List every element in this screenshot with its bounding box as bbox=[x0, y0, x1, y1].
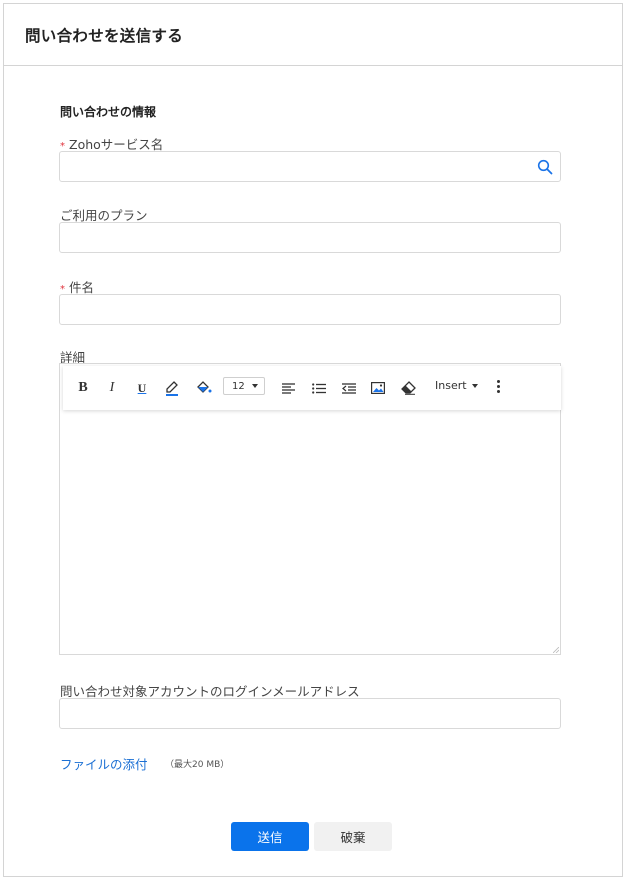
attach-file-link[interactable]: ファイルの添付 bbox=[60, 754, 148, 773]
chevron-down-icon bbox=[471, 383, 478, 388]
subject-input[interactable] bbox=[59, 294, 561, 325]
italic-button[interactable]: I bbox=[106, 378, 118, 398]
more-options-icon[interactable] bbox=[497, 380, 501, 396]
page-title: 問い合わせを送信する bbox=[25, 26, 184, 45]
submit-button[interactable]: 送信 bbox=[231, 822, 309, 851]
highlight-icon[interactable] bbox=[164, 378, 180, 398]
bullet-list-icon[interactable] bbox=[311, 378, 326, 398]
outdent-icon[interactable] bbox=[341, 378, 356, 398]
page-header: 問い合わせを送信する bbox=[4, 4, 622, 66]
insert-menu[interactable]: Insert bbox=[435, 379, 478, 392]
resize-handle-icon[interactable] bbox=[553, 647, 559, 653]
fill-color-icon[interactable] bbox=[194, 378, 212, 398]
image-icon[interactable] bbox=[370, 378, 385, 398]
search-icon[interactable] bbox=[537, 159, 553, 175]
bold-button[interactable]: B bbox=[76, 378, 90, 398]
eraser-icon[interactable] bbox=[400, 378, 416, 398]
align-left-icon[interactable] bbox=[281, 378, 295, 398]
editor-toolbar: B I U 12 Insert bbox=[63, 366, 561, 410]
email-input[interactable] bbox=[59, 698, 561, 729]
underline-button[interactable]: U bbox=[135, 378, 149, 398]
details-editor[interactable]: B I U 12 Insert bbox=[59, 363, 561, 655]
chevron-down-icon bbox=[252, 384, 258, 388]
plan-input[interactable] bbox=[59, 222, 561, 253]
discard-button[interactable]: 破棄 bbox=[314, 822, 392, 851]
service-search-input[interactable] bbox=[59, 151, 561, 182]
font-size-select[interactable]: 12 bbox=[223, 377, 265, 395]
section-title: 問い合わせの情報 bbox=[60, 105, 157, 119]
attach-size-note: （最大20 MB） bbox=[165, 760, 230, 770]
